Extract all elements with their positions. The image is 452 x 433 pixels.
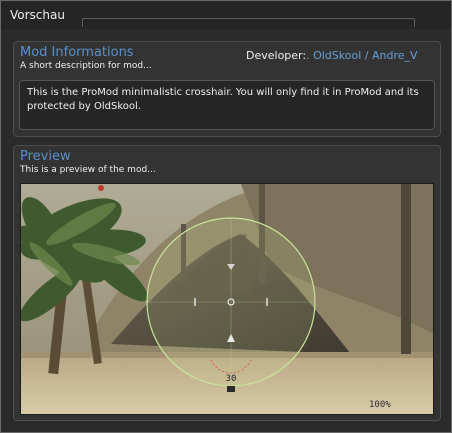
preview-image: 30 100%	[20, 183, 434, 415]
preview-panel: Preview This is a preview of the mod...	[13, 145, 441, 421]
tab-bar: Vorschau	[1, 1, 451, 29]
mod-preview-window: Vorschau Mod Informations A short descri…	[0, 0, 452, 433]
preview-subtitle: This is a preview of the mod...	[20, 165, 156, 175]
info-title: Mod Informations	[20, 45, 134, 60]
developer-value: . OldSkool / Andre_V	[306, 49, 418, 62]
info-subtitle: A short description for mod...	[20, 61, 152, 71]
description-box: This is the ProMod minimalistic crosshai…	[19, 80, 435, 130]
description-text: This is the ProMod minimalistic crosshai…	[27, 87, 419, 112]
zoom-readout: 100%	[369, 400, 391, 410]
mod-info-panel: Mod Informations A short description for…	[13, 41, 441, 137]
developer-label: Developer:	[246, 49, 307, 62]
game-screenshot: 30 100%	[21, 184, 433, 414]
tab-strip	[82, 18, 415, 27]
tab-vorschau[interactable]: Vorschau	[4, 4, 71, 26]
developer-line: Developer:. OldSkool / Andre_V	[246, 49, 418, 62]
preview-title: Preview	[20, 149, 71, 164]
rangefinder-label: 30	[226, 374, 237, 384]
